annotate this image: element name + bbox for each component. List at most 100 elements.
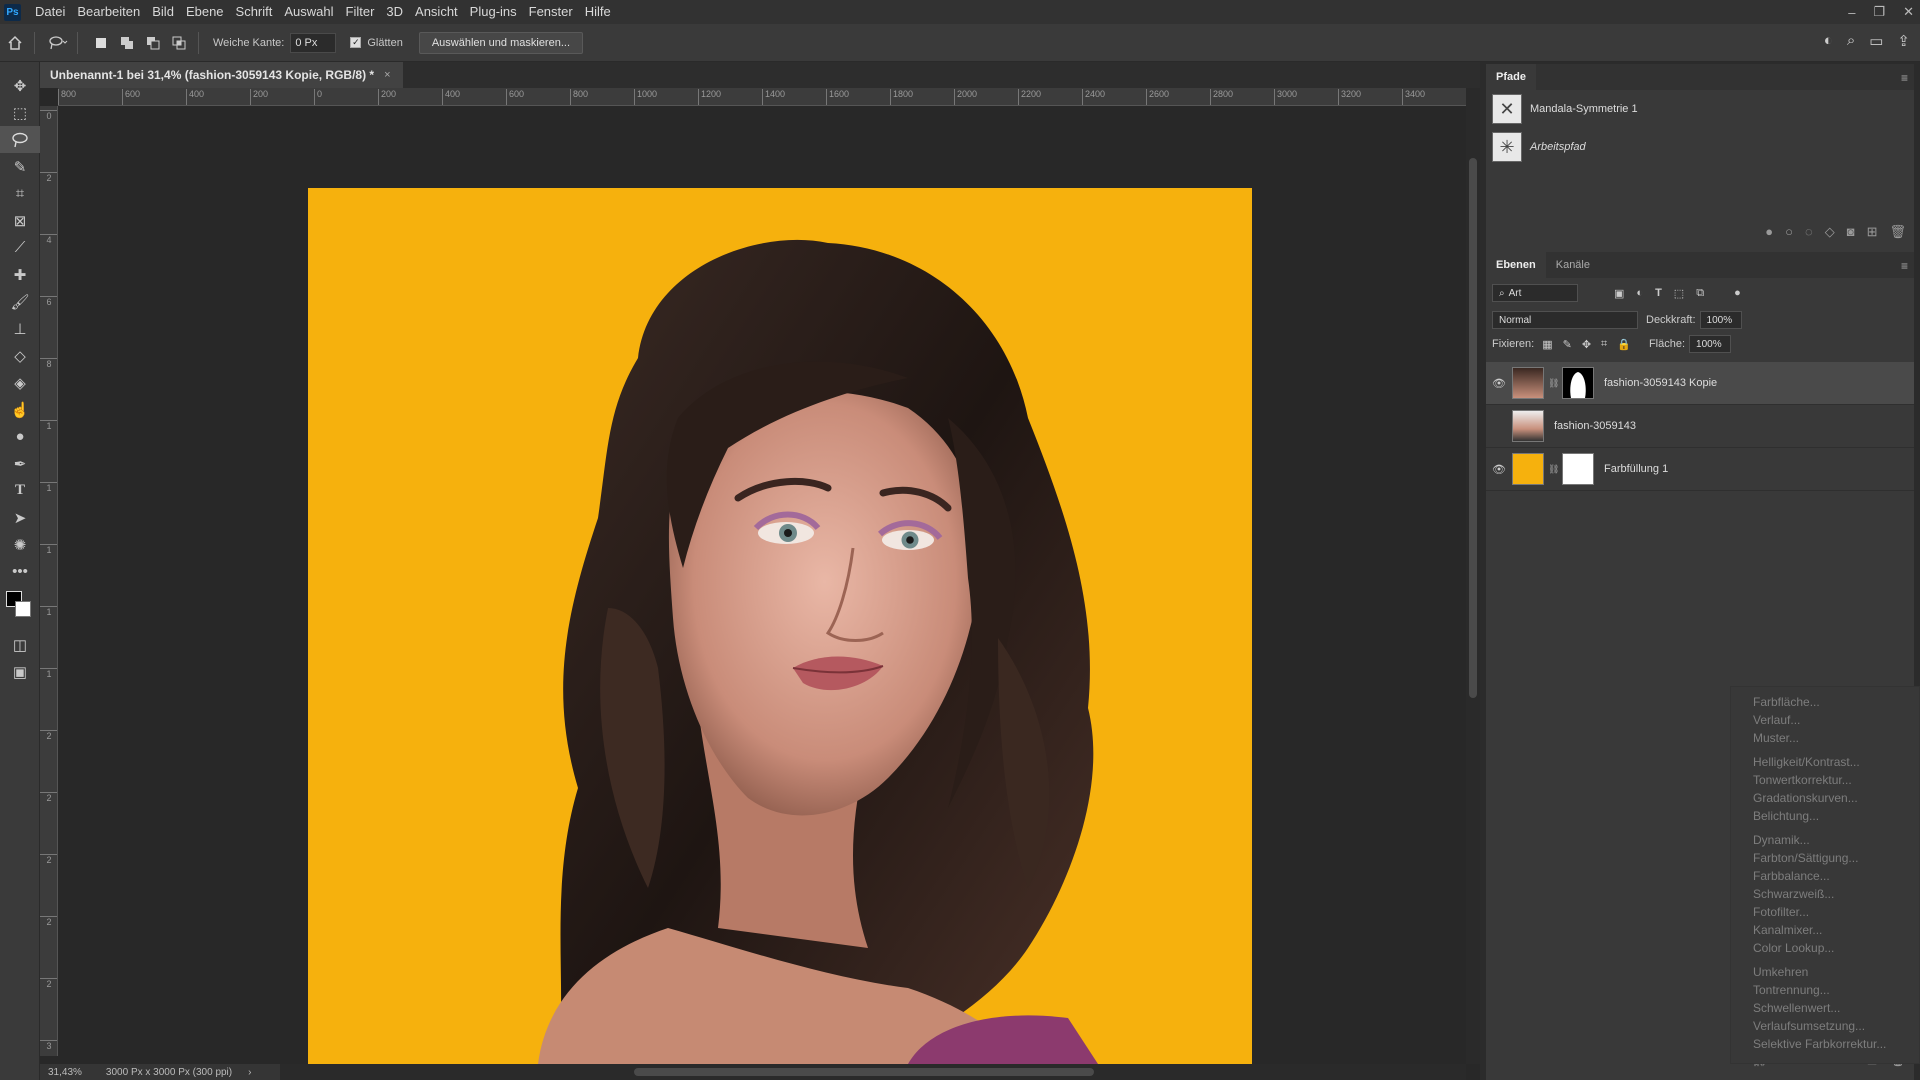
eye-hidden-icon[interactable]: 👁 — [1486, 420, 1512, 433]
add-to-selection-icon[interactable] — [116, 32, 138, 54]
crop-tool-icon[interactable]: ⌗ — [0, 180, 40, 207]
canvas-area[interactable] — [58, 106, 1466, 1064]
link-icon[interactable]: ⛓ — [1548, 378, 1559, 389]
menu-item-color-lookup[interactable]: Color Lookup... — [1731, 939, 1919, 957]
menu-item-schwellenwert[interactable]: Schwellenwert... — [1731, 999, 1919, 1017]
add-mask-icon[interactable]: ◙ — [1847, 224, 1855, 240]
layer-row[interactable]: 👁 ⛓ fashion-3059143 Kopie — [1486, 362, 1914, 405]
background-color-swatch[interactable] — [15, 601, 31, 617]
select-and-mask-button[interactable]: Auswählen und maskieren... — [418, 31, 583, 54]
menu-hilfe[interactable]: Hilfe — [579, 0, 617, 24]
filter-adjustment-icon[interactable]: ◐ — [1636, 287, 1643, 299]
pen-tool-icon[interactable]: ✒ — [0, 450, 40, 477]
layer-row[interactable]: 👁 fashion-3059143 — [1486, 405, 1914, 448]
lock-artboard-icon[interactable]: ⌗ — [1601, 338, 1607, 351]
path-item[interactable]: ✕ Mandala-Symmetrie 1 — [1486, 90, 1914, 128]
stamp-tool-icon[interactable]: ⊥ — [0, 315, 40, 342]
paint-bucket-tool-icon[interactable]: ◈ — [0, 369, 40, 396]
menu-3d[interactable]: 3D — [380, 0, 409, 24]
layer-filter-select[interactable]: ⌕ Art — [1492, 284, 1578, 302]
menu-item-farbflaeche[interactable]: Farbfläche... — [1731, 693, 1919, 711]
feather-input[interactable]: 0 Px — [290, 32, 337, 53]
link-icon[interactable]: ⛓ — [1548, 464, 1559, 475]
antialias-checkbox[interactable]: ✓ — [350, 37, 362, 48]
healing-brush-tool-icon[interactable]: ✚ — [0, 261, 40, 288]
quick-selection-tool-icon[interactable]: ✎ — [0, 153, 40, 180]
panel-menu-icon[interactable]: ≡ — [1901, 259, 1908, 273]
menu-item-helligkeit-kontrast[interactable]: Helligkeit/Kontrast... — [1731, 753, 1919, 771]
home-icon[interactable] — [4, 32, 26, 54]
minimize-button[interactable]: – — [1848, 5, 1855, 20]
menu-fenster[interactable]: Fenster — [523, 0, 579, 24]
document-canvas[interactable] — [308, 188, 1252, 1064]
menu-item-selektive-farbkorrektur[interactable]: Selektive Farbkorrektur... — [1731, 1035, 1919, 1053]
lock-image-icon[interactable]: ✎ — [1563, 338, 1572, 351]
search-icon[interactable]: ⌕ — [1847, 32, 1855, 50]
close-tab-icon[interactable]: × — [384, 69, 390, 81]
lasso-tool-icon[interactable] — [0, 126, 40, 153]
layer-mask-thumbnail[interactable] — [1562, 453, 1594, 485]
restore-button[interactable]: ❐ — [1873, 4, 1885, 20]
menu-item-dynamik[interactable]: Dynamik... — [1731, 831, 1919, 849]
intersect-selection-icon[interactable] — [168, 32, 190, 54]
eyedropper-tool-icon[interactable]: ⟋ — [0, 234, 40, 261]
fill-path-icon[interactable]: ● — [1765, 224, 1773, 240]
fill-input[interactable]: 100% — [1689, 335, 1732, 353]
load-path-as-selection-icon[interactable]: ◌ — [1805, 224, 1813, 240]
menu-auswahl[interactable]: Auswahl — [278, 0, 339, 24]
menu-item-farbton-saettigung[interactable]: Farbton/Sättigung... — [1731, 849, 1919, 867]
menu-datei[interactable]: Datei — [29, 0, 71, 24]
move-tool-icon[interactable]: ✥ — [0, 72, 40, 99]
filter-pixel-icon[interactable]: ▣ — [1614, 287, 1624, 300]
brush-tool-icon[interactable]: 🖌 — [0, 288, 40, 315]
chevron-right-icon[interactable]: › — [248, 1067, 251, 1078]
tab-pfade[interactable]: Pfade — [1486, 64, 1536, 90]
menu-ansicht[interactable]: Ansicht — [409, 0, 464, 24]
lock-transparent-icon[interactable]: ▦ — [1542, 338, 1552, 351]
new-selection-icon[interactable] — [90, 32, 112, 54]
opacity-input[interactable]: 100% — [1699, 311, 1742, 329]
more-tools-icon[interactable]: ••• — [0, 558, 40, 585]
menu-item-farbbalance[interactable]: Farbbalance... — [1731, 867, 1919, 885]
lock-all-icon[interactable]: 🔒 — [1617, 338, 1631, 351]
workspace-icon[interactable]: ▭ — [1869, 32, 1883, 50]
path-selection-tool-icon[interactable]: ➤ — [0, 504, 40, 531]
menu-schrift[interactable]: Schrift — [230, 0, 279, 24]
menu-bearbeiten[interactable]: Bearbeiten — [71, 0, 146, 24]
horizontal-scroll-thumb[interactable] — [634, 1068, 1094, 1076]
menu-item-fotofilter[interactable]: Fotofilter... — [1731, 903, 1919, 921]
menu-item-verlaufsumsetzung[interactable]: Verlaufsumsetzung... — [1731, 1017, 1919, 1035]
menu-bild[interactable]: Bild — [146, 0, 180, 24]
cloud-document-icon[interactable]: ◐ — [1824, 32, 1833, 50]
menu-item-belichtung[interactable]: Belichtung... — [1731, 807, 1919, 825]
layer-mask-thumbnail[interactable] — [1562, 367, 1594, 399]
menu-item-tonwertkorrektur[interactable]: Tonwertkorrektur... — [1731, 771, 1919, 789]
panel-menu-icon[interactable]: ≡ — [1901, 71, 1908, 85]
menu-item-kanalmixer[interactable]: Kanalmixer... — [1731, 921, 1919, 939]
new-path-icon[interactable]: ⊞ — [1867, 224, 1878, 240]
menu-item-verlauf[interactable]: Verlauf... — [1731, 711, 1919, 729]
tab-kanaele[interactable]: Kanäle — [1546, 252, 1600, 278]
menu-item-muster[interactable]: Muster... — [1731, 729, 1919, 747]
close-button[interactable]: ✕ — [1903, 4, 1914, 20]
filter-shape-icon[interactable]: ⬚ — [1674, 287, 1684, 300]
frame-tool-icon[interactable]: ⊠ — [0, 207, 40, 234]
screen-mode-icon[interactable]: ▣ — [0, 658, 40, 685]
smudge-tool-icon[interactable]: ☝ — [0, 396, 40, 423]
filter-toggle-icon[interactable]: ● — [1734, 287, 1741, 299]
shape-tool-icon[interactable]: ✺ — [0, 531, 40, 558]
lasso-tool-preset-icon[interactable] — [47, 32, 69, 54]
make-work-path-icon[interactable]: ◇ — [1825, 224, 1835, 240]
zoom-level[interactable]: 31,43% — [48, 1067, 82, 1078]
path-item[interactable]: ✳ Arbeitspfad — [1486, 128, 1914, 166]
menu-filter[interactable]: Filter — [340, 0, 381, 24]
menu-item-tontrennung[interactable]: Tontrennung... — [1731, 981, 1919, 999]
marquee-tool-icon[interactable]: ⬚ — [0, 99, 40, 126]
document-tab[interactable]: Unbenannt-1 bei 31,4% (fashion-3059143 K… — [40, 62, 403, 88]
filter-smart-object-icon[interactable]: ⧉ — [1696, 287, 1704, 300]
horizontal-scrollbar[interactable] — [280, 1064, 1466, 1080]
filter-type-icon[interactable]: T — [1655, 287, 1662, 299]
eye-icon[interactable]: 👁 — [1486, 463, 1512, 476]
menu-ebene[interactable]: Ebene — [180, 0, 230, 24]
eraser-tool-icon[interactable]: ◇ — [0, 342, 40, 369]
